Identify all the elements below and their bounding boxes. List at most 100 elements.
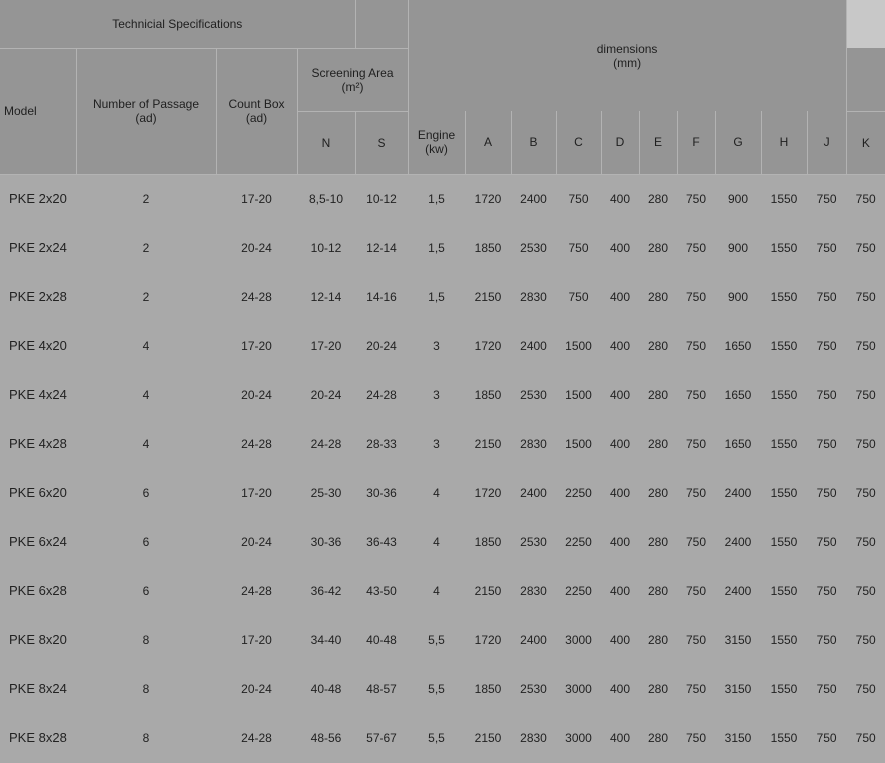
table-row: PKE 8x24 8 20-24 40-48 48-57 5,5 1850 2530 3000 4… (0, 664, 885, 714)
table-cell: 43-50 (355, 566, 409, 616)
table-cell: 900 (715, 223, 762, 273)
table-cell: 280 (639, 517, 678, 567)
screening-area-label: Screening Area (311, 65, 394, 80)
table-cell: 1550 (761, 664, 808, 714)
table-cell: 400 (601, 223, 640, 273)
table-cell: 2530 (511, 517, 557, 567)
col-e-header: E (638, 111, 678, 175)
table-cell: 30-36 (297, 517, 356, 567)
table-cell: 20-24 (297, 370, 356, 420)
table-cell: 1500 (556, 370, 602, 420)
table-header: Technicial Specifications dimensions (mm… (0, 0, 885, 175)
model-cell: PKE 8x20 (0, 615, 76, 665)
table-cell: 34-40 (297, 615, 356, 665)
table-cell: 24-28 (216, 272, 297, 322)
table-row: PKE 8x20 8 17-20 34-40 40-48 5,5 1720 2400 3000 4… (0, 615, 885, 665)
header-corner-cell (845, 0, 885, 48)
table-cell: 400 (601, 370, 640, 420)
table-cell: 400 (601, 272, 640, 322)
table-cell: 24-28 (216, 566, 297, 616)
table-cell: 1720 (465, 615, 512, 665)
number-of-passage-unit: (ad) (135, 111, 157, 125)
table-row: PKE 4x20 4 17-20 17-20 20-24 3 1720 2400 1500 400… (0, 321, 885, 371)
table-cell: 750 (677, 615, 716, 665)
model-header: Model (0, 48, 76, 175)
table-cell: 2400 (511, 321, 557, 371)
table-cell: 1550 (761, 321, 808, 371)
table-row: PKE 6x28 6 24-28 36-42 43-50 4 2150 2830 2250 400… (0, 566, 885, 616)
table-cell: 2 (76, 223, 216, 273)
table-cell: 750 (807, 615, 847, 665)
table-cell: 750 (846, 566, 885, 616)
table-cell: 2830 (511, 419, 557, 469)
table-cell: 6 (76, 517, 216, 567)
model-cell: PKE 4x24 (0, 370, 76, 420)
table-cell: 280 (639, 321, 678, 371)
table-cell: 5,5 (408, 664, 466, 714)
table-cell: 1850 (465, 223, 512, 273)
table-cell: 1720 (465, 468, 512, 518)
model-cell: PKE 6x20 (0, 468, 76, 518)
table-cell: 10-12 (355, 174, 409, 224)
n-header: N (296, 111, 356, 175)
table-cell: 750 (677, 174, 716, 224)
table-cell: 8,5-10 (297, 174, 356, 224)
table-cell: 48-56 (297, 713, 356, 763)
table-cell: 400 (601, 615, 640, 665)
table-cell: 280 (639, 174, 678, 224)
table-cell: 6 (76, 468, 216, 518)
s-header: S (354, 111, 409, 175)
table-cell: 1550 (761, 223, 808, 273)
screening-area-header: Screening Area (m²) (296, 48, 409, 112)
table-cell: 2250 (556, 566, 602, 616)
table-cell: 280 (639, 664, 678, 714)
table-cell: 750 (807, 272, 847, 322)
table-cell: 2830 (511, 713, 557, 763)
table-cell: 280 (639, 272, 678, 322)
model-cell: PKE 2x24 (0, 223, 76, 273)
table-cell: 1650 (715, 419, 762, 469)
table-cell: 280 (639, 713, 678, 763)
table-cell: 750 (807, 223, 847, 273)
table-cell: 36-42 (297, 566, 356, 616)
table-cell: 14-16 (355, 272, 409, 322)
table-cell: 750 (807, 370, 847, 420)
col-f-header: F (676, 111, 716, 175)
table-cell: 750 (846, 370, 885, 420)
table-cell: 4 (76, 419, 216, 469)
number-of-passage-label: Number of Passage (92, 97, 200, 111)
table-cell: 20-24 (216, 223, 297, 273)
table-cell: 400 (601, 713, 640, 763)
technical-specifications-header: Technicial Specifications (0, 0, 356, 49)
table-cell: 4 (408, 468, 466, 518)
dimensions-label: dimensions (596, 41, 658, 56)
table-cell: 1550 (761, 272, 808, 322)
table-cell: 1500 (556, 321, 602, 371)
table-cell: 2 (76, 174, 216, 224)
table-cell: 20-24 (216, 517, 297, 567)
table-cell: 3000 (556, 713, 602, 763)
table-cell: 2400 (511, 174, 557, 224)
table-cell: 2830 (511, 272, 557, 322)
engine-unit: (kw) (425, 142, 448, 157)
table-cell: 750 (677, 713, 716, 763)
table-cell: 750 (807, 468, 847, 518)
table-cell: 24-28 (355, 370, 409, 420)
table-cell: 1720 (465, 321, 512, 371)
table-cell: 4 (76, 321, 216, 371)
table-cell: 8 (76, 664, 216, 714)
table-cell: 3000 (556, 664, 602, 714)
model-cell: PKE 4x28 (0, 419, 76, 469)
table-cell: 1650 (715, 370, 762, 420)
table-cell: 12-14 (297, 272, 356, 322)
table-cell: 2400 (715, 566, 762, 616)
table-cell: 750 (677, 370, 716, 420)
table-cell: 1550 (761, 468, 808, 518)
table-cell: 750 (807, 664, 847, 714)
table-cell: 2400 (715, 517, 762, 567)
table-cell: 280 (639, 419, 678, 469)
dimensions-header: dimensions (mm) (407, 0, 847, 111)
table-cell: 750 (846, 468, 885, 518)
specifications-table: Technicial Specifications dimensions (mm… (0, 0, 885, 763)
table-cell: 280 (639, 566, 678, 616)
